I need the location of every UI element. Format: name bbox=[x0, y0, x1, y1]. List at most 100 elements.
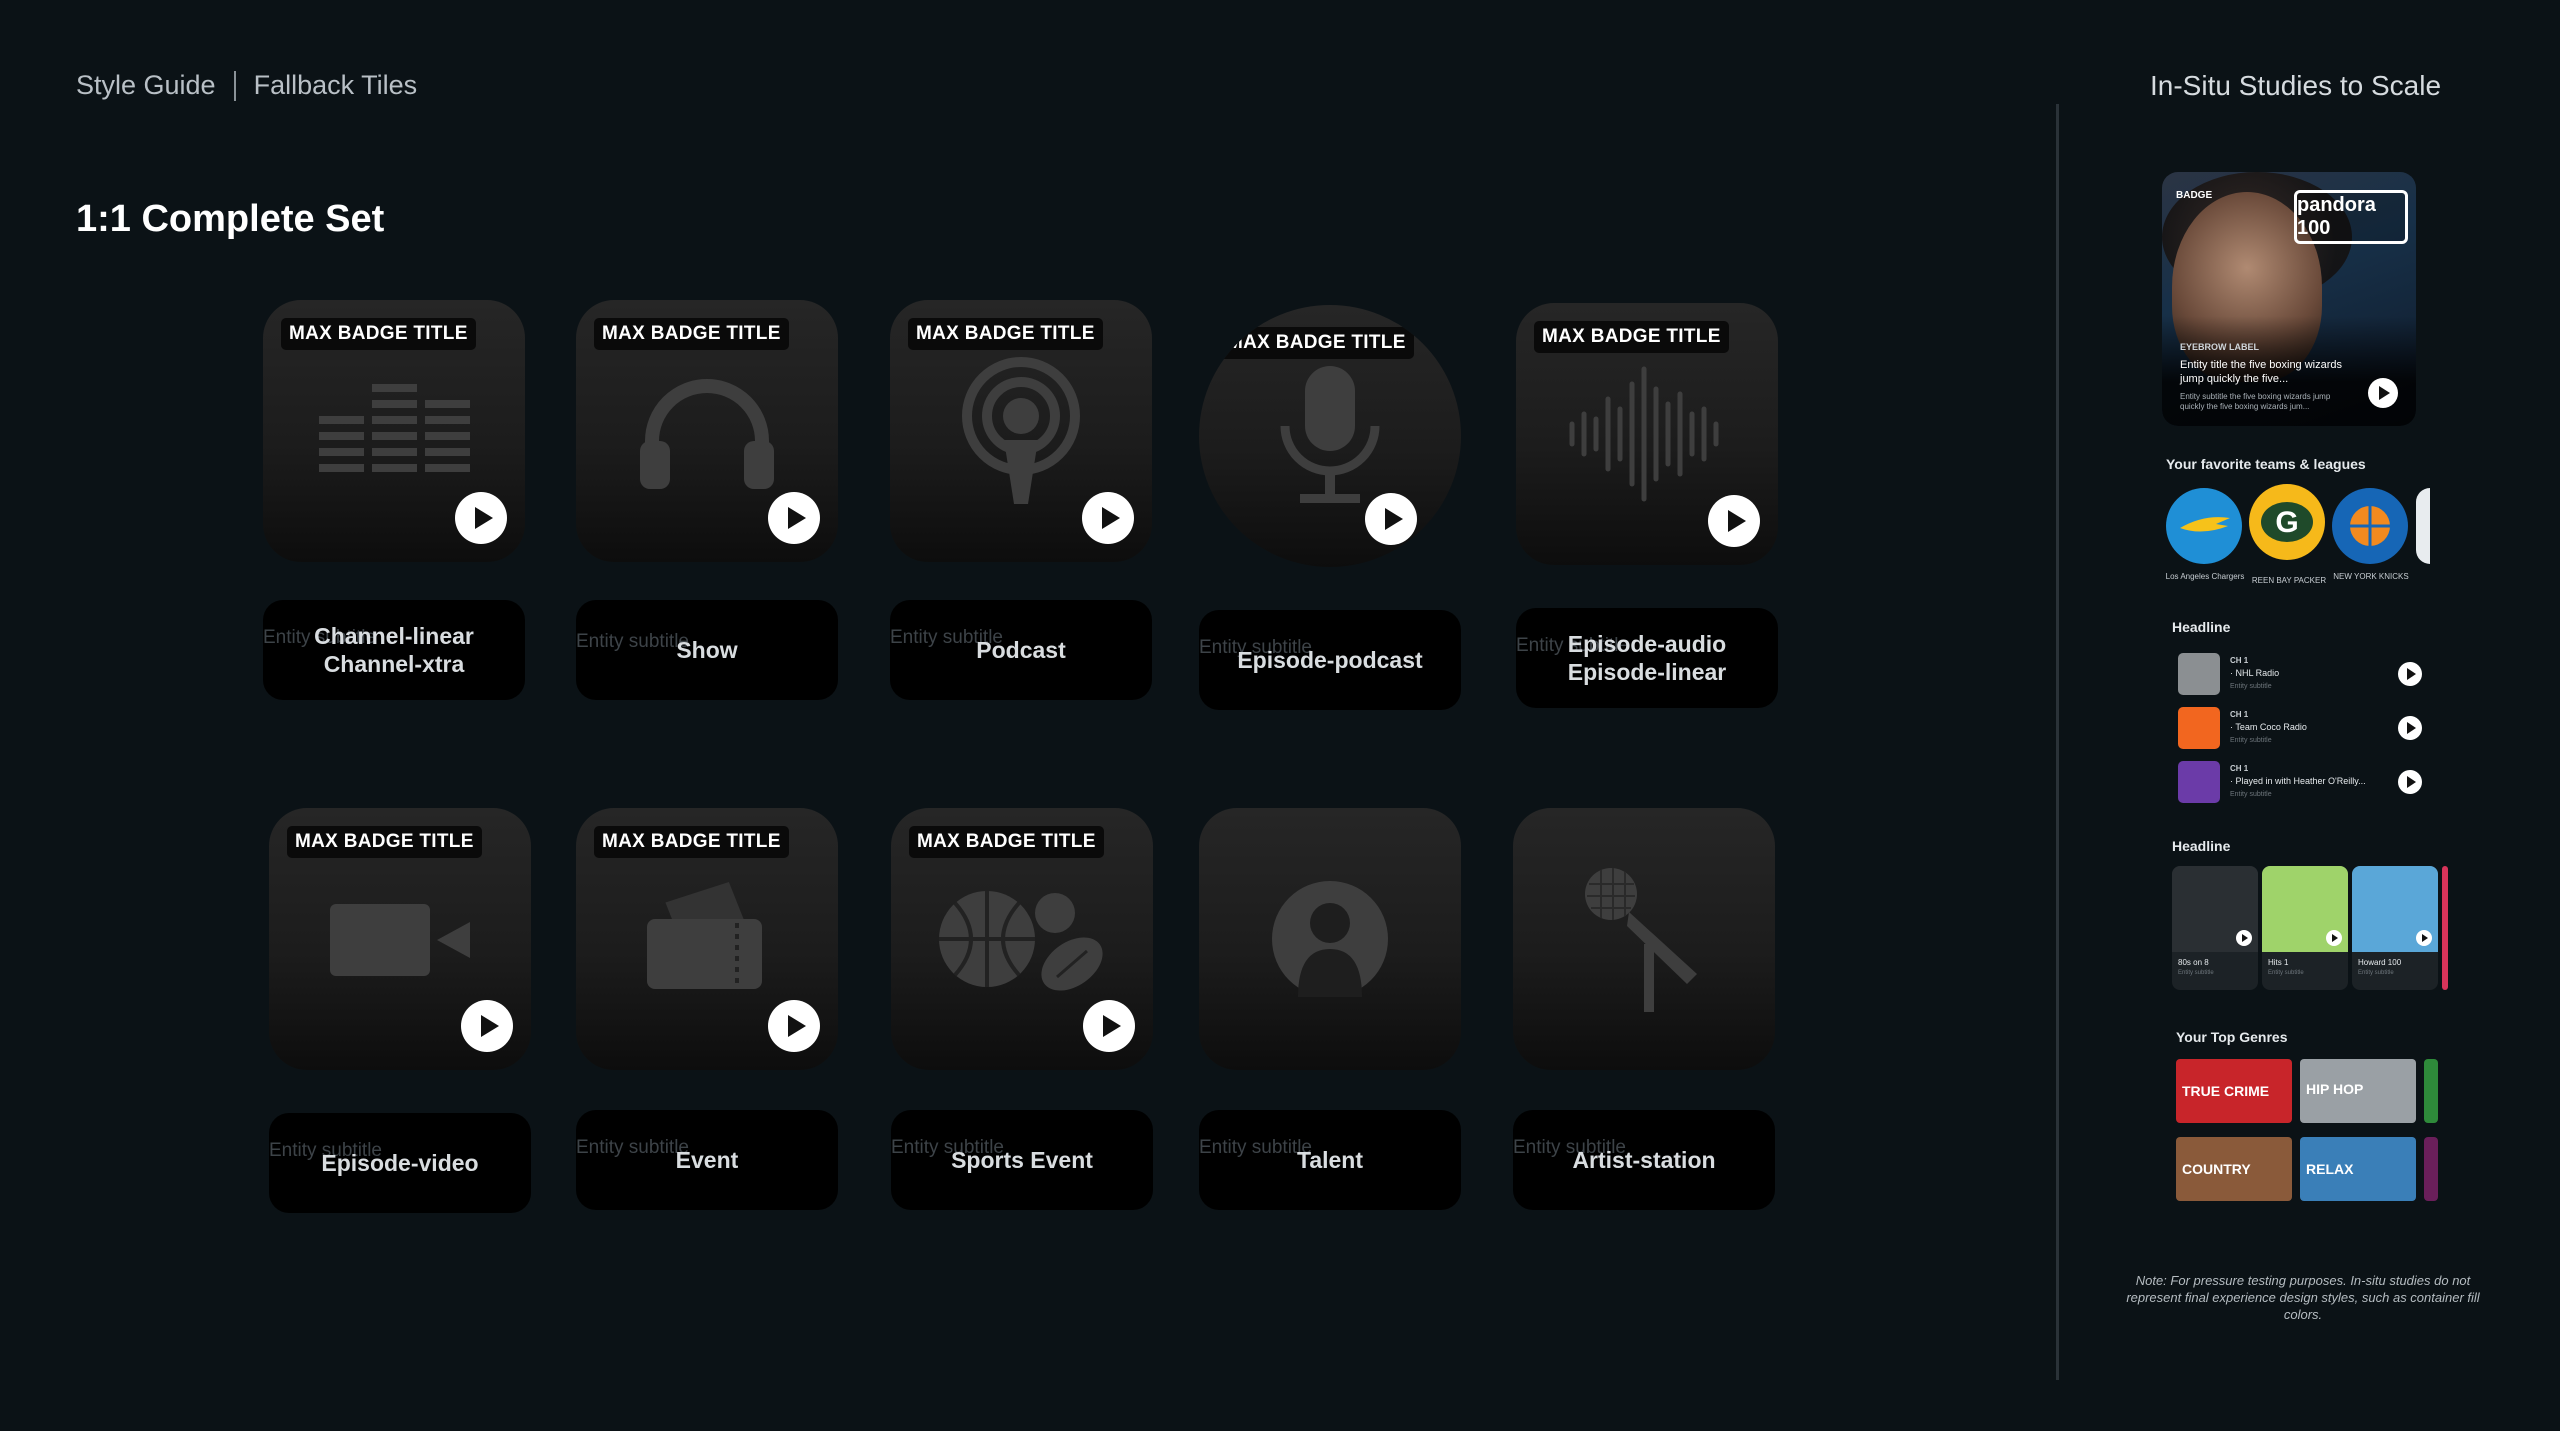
label-text: Sports Event bbox=[951, 1147, 1093, 1173]
play-button[interactable] bbox=[1708, 495, 1760, 547]
list-heading: Headline bbox=[2172, 619, 2231, 635]
tile-episode-video[interactable]: MAX BADGE TITLE bbox=[269, 808, 531, 1070]
genre-tile-partial[interactable] bbox=[2424, 1137, 2438, 1201]
play-button[interactable] bbox=[461, 1000, 513, 1052]
carousel-card[interactable]: Howard 100 Entity subtitle bbox=[2352, 866, 2438, 990]
tile-episode-podcast[interactable]: MAX BADGE TITLE bbox=[1199, 305, 1461, 567]
ghost-subtitle: Entity subtitle bbox=[576, 631, 689, 652]
tile-channel[interactable]: MAX BADGE TITLE bbox=[263, 300, 525, 562]
hero-logo: pandora 100 bbox=[2294, 190, 2408, 244]
label-text: Show bbox=[676, 637, 738, 663]
carousel-card-partial[interactable] bbox=[2442, 866, 2448, 990]
play-button[interactable] bbox=[455, 492, 507, 544]
label-channel: Entity subtitle Channel-linear Channel-x… bbox=[263, 600, 525, 700]
label-text: Event bbox=[675, 1147, 739, 1173]
play-button[interactable] bbox=[1082, 492, 1134, 544]
team-name: Los Angeles Chargers bbox=[2165, 572, 2245, 581]
tile-badge: MAX BADGE TITLE bbox=[1534, 321, 1729, 353]
row-play-button[interactable] bbox=[2398, 662, 2422, 686]
carousel-card[interactable]: Hits 1 Entity subtitle bbox=[2262, 866, 2348, 990]
tile-badge: MAX BADGE TITLE bbox=[594, 826, 789, 858]
breadcrumb-page-name: Fallback Tiles bbox=[253, 70, 418, 100]
label-text: Artist-station bbox=[1572, 1147, 1716, 1173]
row-title: · Team Coco Radio bbox=[2230, 722, 2307, 732]
row-channel: CH 1 bbox=[2230, 656, 2249, 665]
tile-podcast[interactable]: MAX BADGE TITLE bbox=[890, 300, 1152, 562]
label-sports-event: Entity subtitle Sports Event bbox=[891, 1110, 1153, 1210]
genre-name: RELAX bbox=[2306, 1161, 2354, 1177]
hero-play-button[interactable] bbox=[2368, 378, 2398, 408]
row-thumbnail bbox=[2178, 761, 2220, 803]
section-title: 1:1 Complete Set bbox=[76, 198, 385, 240]
hero-card[interactable]: BADGE pandora 100 EYEBROW LABEL Entity t… bbox=[2162, 172, 2416, 426]
stage-microphone-icon bbox=[1585, 868, 1697, 1012]
tile-badge: MAX BADGE TITLE bbox=[1219, 327, 1414, 359]
card-play-button[interactable] bbox=[2416, 930, 2432, 946]
label-text: Channel-linear Channel-xtra bbox=[314, 623, 474, 677]
footnote: Note: For pressure testing purposes. In-… bbox=[2126, 1273, 2480, 1322]
tile-event[interactable]: MAX BADGE TITLE bbox=[576, 808, 838, 1070]
team-packers-logo[interactable]: G bbox=[2249, 484, 2325, 560]
video-camera-icon bbox=[330, 904, 470, 976]
g-logo-icon: G bbox=[2261, 502, 2313, 542]
sports-balls-icon bbox=[939, 891, 1103, 991]
genre-tile[interactable]: TRUE CRIME bbox=[2176, 1059, 2292, 1123]
podcast-icon bbox=[962, 357, 1080, 504]
label-text: Episode-video bbox=[321, 1150, 479, 1176]
genre-tile[interactable]: COUNTRY bbox=[2176, 1137, 2292, 1201]
label-episode-audio: Entity subtitle Episode-audio Episode-li… bbox=[1516, 608, 1778, 708]
label-talent: Entity subtitle Talent bbox=[1199, 1110, 1461, 1210]
svg-text:G: G bbox=[2275, 506, 2298, 539]
tile-badge: MAX BADGE TITLE bbox=[594, 318, 789, 350]
row-channel: CH 1 bbox=[2230, 710, 2249, 719]
tile-artist-station[interactable] bbox=[1513, 808, 1775, 1070]
card-subtitle: Entity subtitle bbox=[2178, 970, 2214, 976]
genre-tile-partial[interactable] bbox=[2424, 1059, 2438, 1123]
bolt-icon bbox=[2180, 517, 2230, 532]
genres-heading: Your Top Genres bbox=[2176, 1029, 2288, 1045]
label-artist-station: Entity subtitle Artist-station bbox=[1513, 1110, 1775, 1210]
ghost-subtitle: Entity subtitle bbox=[1199, 1137, 1312, 1158]
card-title: 80s on 8 bbox=[2178, 958, 2209, 967]
team-knicks-logo[interactable] bbox=[2332, 488, 2408, 564]
genre-tile[interactable]: RELAX bbox=[2300, 1137, 2416, 1201]
hero-title: Entity title the five boxing wizards jum… bbox=[2180, 359, 2343, 385]
row-play-button[interactable] bbox=[2398, 716, 2422, 740]
tile-talent[interactable] bbox=[1199, 808, 1461, 1070]
label-event: Entity subtitle Event bbox=[576, 1110, 838, 1210]
tile-episode-audio[interactable]: MAX BADGE TITLE bbox=[1516, 303, 1778, 565]
play-button[interactable] bbox=[768, 492, 820, 544]
headphones-icon bbox=[640, 379, 774, 489]
row-title: · Played in with Heather O'Reilly... bbox=[2230, 776, 2366, 786]
carousel-card[interactable]: 80s on 8 Entity subtitle bbox=[2172, 866, 2258, 990]
person-icon bbox=[1272, 881, 1388, 997]
waveform-icon bbox=[1569, 366, 1719, 502]
tile-show[interactable]: MAX BADGE TITLE bbox=[576, 300, 838, 562]
play-button[interactable] bbox=[1083, 1000, 1135, 1052]
label-episode-podcast: Entity subtitle Episode-podcast bbox=[1199, 610, 1461, 710]
play-button[interactable] bbox=[1365, 493, 1417, 545]
team-chargers-logo[interactable] bbox=[2166, 488, 2242, 564]
label-text: Talent bbox=[1296, 1147, 1364, 1173]
row-play-button[interactable] bbox=[2398, 770, 2422, 794]
genre-tile[interactable]: HIP HOP bbox=[2300, 1059, 2416, 1123]
row-subtitle: Entity subtitle bbox=[2230, 791, 2272, 798]
card-subtitle: Entity subtitle bbox=[2268, 970, 2304, 976]
breadcrumb-style-guide: Style Guide bbox=[76, 70, 216, 100]
row-title: · NHL Radio bbox=[2230, 668, 2280, 678]
play-button[interactable] bbox=[768, 1000, 820, 1052]
tile-sports-event[interactable]: MAX BADGE TITLE bbox=[891, 808, 1153, 1070]
genre-name: COUNTRY bbox=[2182, 1161, 2251, 1177]
basketball-icon bbox=[2350, 506, 2390, 546]
genre-name: TRUE CRIME bbox=[2182, 1083, 2270, 1099]
breadcrumb: Style Guide Fallback Tiles bbox=[76, 70, 417, 101]
card-play-button[interactable] bbox=[2236, 930, 2252, 946]
equalizer-icon bbox=[319, 384, 470, 472]
tile-badge: MAX BADGE TITLE bbox=[287, 826, 482, 858]
row-thumbnail bbox=[2178, 707, 2220, 749]
card-play-button[interactable] bbox=[2326, 930, 2342, 946]
ghost-subtitle: Entity subtitle bbox=[576, 1137, 689, 1158]
genre-name: HIP HOP bbox=[2306, 1081, 2364, 1097]
card-title: Hits 1 bbox=[2268, 958, 2289, 967]
team-partial-logo[interactable] bbox=[2416, 488, 2430, 564]
